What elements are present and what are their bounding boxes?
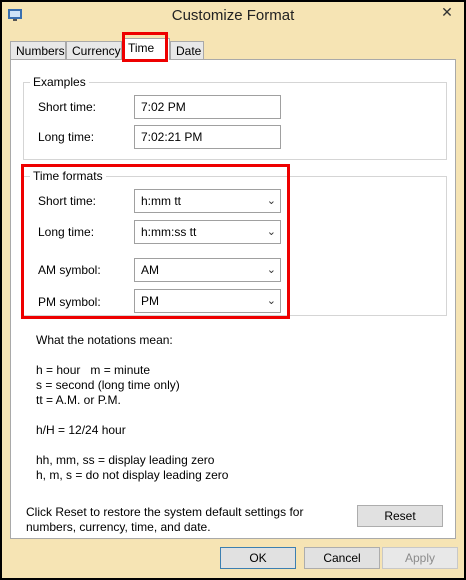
reset-description: Click Reset to restore the system defaul… [26, 505, 326, 535]
reset-button[interactable]: Reset [357, 505, 443, 527]
window-title: Customize Format [171, 7, 295, 24]
tab-date[interactable]: Date [170, 41, 204, 59]
example-short-time-value: 7:02 PM [134, 95, 281, 119]
close-button[interactable]: ✕ [434, 2, 460, 22]
cancel-button[interactable]: Cancel [304, 547, 380, 569]
ok-button[interactable]: OK [220, 547, 296, 569]
apply-button[interactable]: Apply [382, 547, 458, 569]
time-tab-highlight-box [122, 32, 168, 62]
notation-line: s = second (long time only) [36, 378, 180, 392]
title-bar: Customize Format ✕ [2, 2, 464, 32]
example-short-time-label: Short time: [38, 100, 97, 114]
example-long-time-label: Long time: [38, 130, 95, 144]
notation-line: h = hour m = minute [36, 363, 151, 377]
notations-explanation: What the notations mean: h = hour m = mi… [36, 333, 228, 483]
tab-currency[interactable]: Currency [66, 41, 122, 59]
reset-description-line: numbers, currency, time, and date. [26, 520, 211, 534]
notation-line: hh, mm, ss = display leading zero [36, 453, 215, 467]
customize-format-dialog: Customize Format ✕ Numbers Currency Time… [2, 2, 464, 578]
notation-line: tt = A.M. or P.M. [36, 393, 121, 407]
time-formats-highlight-box [21, 164, 290, 319]
examples-heading: Examples [30, 75, 89, 89]
tab-numbers[interactable]: Numbers [10, 41, 66, 59]
notation-line: h/H = 12/24 hour [36, 423, 126, 437]
example-long-time-value: 7:02:21 PM [134, 125, 281, 149]
notation-line: h, m, s = do not display leading zero [36, 468, 229, 482]
notations-heading: What the notations mean: [36, 333, 173, 347]
reset-description-line: Click Reset to restore the system defaul… [26, 505, 304, 519]
